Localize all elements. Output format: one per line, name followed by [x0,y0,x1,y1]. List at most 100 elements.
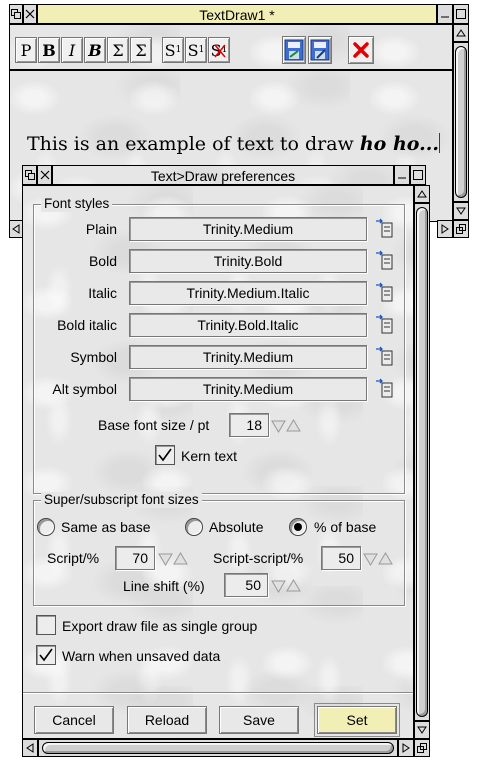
close-icon[interactable] [23,4,37,24]
main-resize-icon[interactable] [453,220,469,238]
dialog-vertical-scroll-thumb[interactable] [416,207,428,717]
dialog-vertical-scrollbar[interactable] [414,203,430,721]
warn-checkbox[interactable] [36,645,56,665]
italic-font-field[interactable]: Trinity.Medium.Italic [129,281,367,305]
window-title[interactable]: TextDraw1 * [37,4,437,24]
symbol-label: Symbol [70,349,117,365]
alt-symbol-font-menu-icon[interactable] [375,378,393,398]
dialog-title[interactable]: Text>Draw preferences [52,165,394,185]
base-size-field[interactable]: 18 [229,413,269,437]
script-up-icon[interactable] [173,551,188,570]
dialog-iconise-icon[interactable] [394,165,410,185]
scriptscript-down-icon[interactable] [363,551,378,570]
bold-italic-label: B [88,40,102,60]
bold-font-menu-icon[interactable] [375,250,393,270]
superscript-label: S [164,40,176,60]
symbol-font-menu-icon[interactable] [375,346,393,366]
bold-italic-font-menu-icon[interactable] [375,314,393,334]
dialog-scroll-left-arrow-icon[interactable] [22,739,38,757]
plain-label: Plain [85,221,117,237]
button-separator [23,692,413,694]
bold-label: Bold [88,253,117,269]
dialog-scroll-right-arrow-icon[interactable] [398,739,414,757]
percent-of-base-label: % of base [314,519,377,535]
vertical-scrollbar[interactable] [453,42,469,202]
toolbar: P B I B Σ Σ S1 S1 S1 [9,24,453,70]
dialog-back-icon[interactable] [22,165,37,185]
subscript-digit: 1 [198,45,205,55]
plain-label: P [20,40,32,60]
alt-symbol-button[interactable]: Σ [130,37,152,63]
alt-symbol-font-field[interactable]: Trinity.Medium [129,377,367,401]
plain-font-field[interactable]: Trinity.Medium [129,217,367,241]
document-text: This is an example of text to draw ho ho… [27,133,440,155]
bold-font-field[interactable]: Trinity.Bold [129,249,367,273]
save-draw-icon[interactable] [282,36,306,64]
italic-font-menu-icon[interactable] [375,282,393,302]
dialog-scroll-up-arrow-icon[interactable] [414,185,430,203]
cancel-button[interactable]: Cancel [34,706,114,734]
toggle-size-icon[interactable] [453,4,469,24]
scriptscript-field[interactable]: 50 [321,546,361,570]
percent-of-base-radio[interactable] [289,518,307,536]
back-icon[interactable] [9,4,23,24]
lineshift-up-icon[interactable] [286,578,301,597]
bold-italic-label: Bold italic [57,317,117,333]
subscript-button[interactable]: S1 [185,37,207,63]
export-label: Export draw file as single group [62,618,258,634]
bold-button[interactable]: B [38,37,60,63]
lineshift-field[interactable]: 50 [224,573,268,597]
same-as-base-label: Same as base [61,519,151,535]
superscript-button[interactable]: S1 [162,37,184,63]
dialog-toggle-size-icon[interactable] [410,165,426,185]
dialog-title-text: Text>Draw preferences [150,168,296,184]
plain-font-menu-icon[interactable] [375,218,393,238]
same-as-base-radio[interactable] [37,518,55,536]
script-down-icon[interactable] [158,551,173,570]
shift-button[interactable]: S1 [208,37,230,63]
superscript-digit: 1 [175,45,182,55]
lineshift-label: Line shift (%) [123,578,205,594]
export-checkbox[interactable] [36,615,56,635]
lineshift-down-icon[interactable] [271,578,286,597]
text-caret [438,133,440,153]
scroll-up-arrow-icon[interactable] [453,24,469,42]
document-text-bold-italic: ho ho... [359,133,439,155]
script-field[interactable]: 70 [115,546,155,570]
preferences-dialog: Text>Draw preferences Font styles Plain … [22,165,434,759]
symbol-button[interactable]: Σ [107,37,129,63]
dialog-body: Font styles Plain Trinity.Medium Bold Tr… [22,185,414,739]
absolute-radio[interactable] [185,518,203,536]
reload-button[interactable]: Reload [127,706,207,734]
alt-symbol-label: Σ [135,40,147,60]
italic-button[interactable]: I [61,37,83,63]
dialog-horizontal-scrollbar[interactable] [38,739,398,757]
vertical-scroll-thumb[interactable] [455,46,467,198]
scriptscript-label: Script-script/% [213,550,304,566]
kern-checkbox[interactable] [155,445,175,465]
scroll-down-arrow-icon[interactable] [453,202,469,220]
save-text-icon[interactable] [308,36,332,64]
dialog-scroll-down-arrow-icon[interactable] [414,721,430,739]
main-scroll-left-arrow-icon[interactable] [9,220,23,238]
dialog-horizontal-scroll-thumb[interactable] [42,742,394,754]
alt-symbol-label: Alt symbol [52,381,117,397]
symbol-font-field[interactable]: Trinity.Medium [129,345,367,369]
plain-button[interactable]: P [15,37,37,63]
font-styles-heading: Font styles [41,196,113,212]
symbol-label: Σ [112,40,124,60]
bold-italic-button[interactable]: B [84,37,106,63]
document-text-plain: This is an example of text to draw [27,133,354,155]
set-button[interactable]: Set [314,703,400,737]
base-size-down-icon[interactable] [271,418,286,437]
iconise-icon[interactable] [437,4,453,24]
save-button[interactable]: Save [219,706,299,734]
dialog-close-icon[interactable] [37,165,52,185]
subscript-label: S [187,40,199,60]
scriptscript-up-icon[interactable] [378,551,393,570]
bold-italic-font-field[interactable]: Trinity.Bold.Italic [129,313,367,337]
cancel-icon[interactable] [348,36,374,64]
base-size-up-icon[interactable] [286,418,301,437]
main-scroll-right-arrow-icon[interactable] [437,220,453,238]
dialog-resize-icon[interactable] [414,739,430,757]
